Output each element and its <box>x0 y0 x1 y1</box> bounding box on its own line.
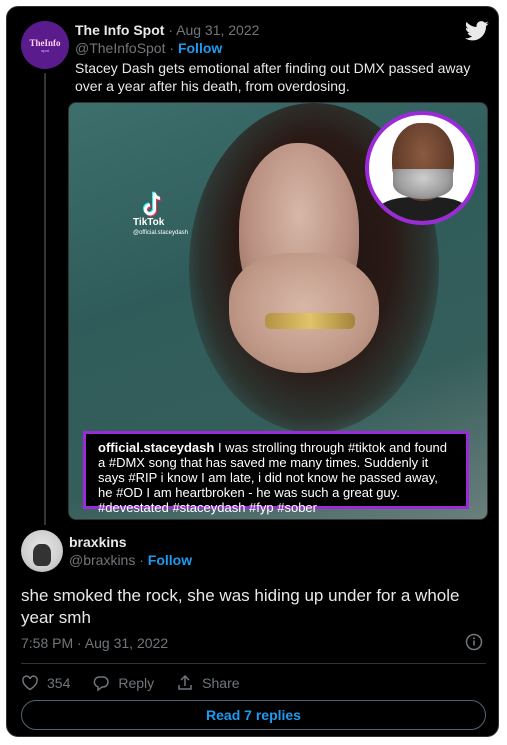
tweet-text: Stacey Dash gets emotional after finding… <box>75 60 471 94</box>
tweet-media-image[interactable]: TikTok @official.staceydash official.sta… <box>68 102 488 520</box>
reply-author-name[interactable]: braxkins <box>69 534 127 550</box>
tiktok-caption-box: official.staceydash I was strolling thro… <box>83 431 469 515</box>
avatar-logo-text: TheInfo <box>29 37 61 48</box>
author-avatar[interactable]: TheInfo spot <box>21 21 69 69</box>
reply-text: she smoked the rock, she was hiding up u… <box>21 586 460 627</box>
share-button[interactable]: Share <box>176 674 240 692</box>
reply-timestamp[interactable]: 7:58 PM · Aug 31, 2022 <box>21 635 168 651</box>
avatar-figure <box>33 544 51 566</box>
gold-ring <box>265 313 355 329</box>
divider <box>21 663 486 664</box>
reply-label: Reply <box>118 675 155 691</box>
info-icon[interactable] <box>465 633 483 651</box>
tiktok-icon <box>143 191 161 217</box>
heart-icon <box>22 675 38 691</box>
follow-button[interactable]: Follow <box>178 40 222 56</box>
reply-author-avatar[interactable] <box>21 530 63 572</box>
author-handle[interactable]: @TheInfoSpot <box>75 40 166 56</box>
tweet-header: The Info Spot · Aug 31, 2022 @TheInfoSpo… <box>75 21 259 57</box>
tweet-date[interactable]: Aug 31, 2022 <box>176 22 259 38</box>
reply-follow-button[interactable]: Follow <box>148 552 192 568</box>
action-bar: 354 Reply Share <box>21 671 262 695</box>
share-label: Share <box>202 675 240 691</box>
reply-author-handle[interactable]: @braxkins <box>69 552 135 568</box>
dmx-inset-photo <box>365 111 479 225</box>
tiktok-username: @official.staceydash <box>133 230 189 236</box>
thread-line <box>44 73 46 525</box>
reply-header: braxkins @braxkins · Follow <box>69 533 192 569</box>
inset-shirt <box>379 197 467 221</box>
like-button[interactable]: 354 <box>21 674 70 692</box>
read-replies-button[interactable]: Read 7 replies <box>21 700 486 730</box>
tiktok-label: TikTok <box>133 217 165 228</box>
share-icon <box>178 674 192 690</box>
caption-username: official.staceydash <box>98 440 215 455</box>
reply-button[interactable]: Reply <box>92 674 154 692</box>
like-count: 354 <box>47 675 71 691</box>
avatar-logo-sub: spot <box>41 47 49 53</box>
header-separator: · <box>164 22 177 38</box>
reply-handle-separator: · <box>135 552 148 568</box>
author-name[interactable]: The Info Spot <box>75 22 164 38</box>
tweet-embed-card: TheInfo spot The Info Spot · Aug 31, 202… <box>6 6 499 737</box>
twitter-bird-icon[interactable] <box>465 21 489 41</box>
handle-separator: · <box>165 40 178 56</box>
reply-bubble-icon <box>93 676 110 692</box>
inset-beard <box>393 169 453 199</box>
